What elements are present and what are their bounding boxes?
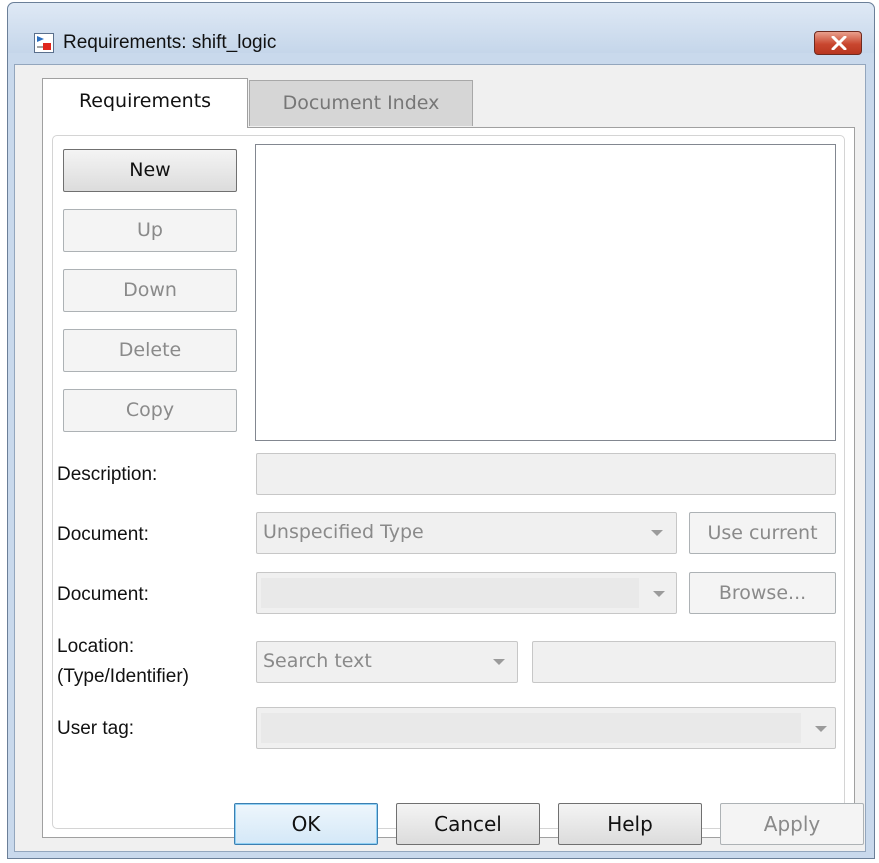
requirements-list[interactable]: [255, 144, 836, 441]
title-bar[interactable]: Requirements: shift_logic: [8, 3, 874, 55]
user-tag-label: User tag:: [57, 718, 135, 739]
close-icon: [831, 36, 847, 50]
window-title: Requirements: shift_logic: [63, 32, 277, 53]
document-type-select[interactable]: Unspecified Type: [256, 512, 677, 554]
browse-button[interactable]: Browse...: [689, 572, 836, 614]
ok-button[interactable]: OK: [234, 803, 378, 845]
tab-requirements[interactable]: Requirements: [42, 78, 248, 128]
document-value: [261, 578, 639, 608]
location-type-value: Search text: [263, 650, 372, 672]
cancel-button[interactable]: Cancel: [396, 803, 540, 845]
document-type-value: Unspecified Type: [263, 521, 424, 543]
desktop: Requirements: shift_logic Requirements D…: [0, 0, 879, 863]
use-current-button[interactable]: Use current: [689, 512, 836, 554]
description-input[interactable]: [256, 453, 836, 495]
copy-button[interactable]: Copy: [63, 389, 237, 432]
tab-document-index[interactable]: Document Index: [249, 80, 473, 126]
delete-button[interactable]: Delete: [63, 329, 237, 372]
chevron-down-icon: [815, 726, 827, 732]
chevron-down-icon: [653, 591, 665, 597]
chevron-down-icon: [651, 530, 663, 536]
apply-button[interactable]: Apply: [720, 803, 864, 845]
document-type-label: Document:: [57, 524, 149, 545]
location-type-select[interactable]: Search text: [256, 641, 518, 683]
help-button[interactable]: Help: [558, 803, 702, 845]
simulink-app-icon: [34, 33, 54, 53]
document-label: Document:: [57, 584, 149, 605]
document-combo[interactable]: [256, 572, 677, 614]
location-type-identifier-label: (Type/Identifier): [57, 666, 189, 687]
down-button[interactable]: Down: [63, 269, 237, 312]
location-identifier-input[interactable]: [532, 641, 836, 683]
chevron-down-icon: [493, 659, 505, 665]
new-button[interactable]: New: [63, 149, 237, 192]
location-label: Location:: [57, 636, 135, 657]
user-tag-combo[interactable]: [256, 707, 836, 749]
description-label: Description:: [57, 464, 158, 485]
close-button[interactable]: [814, 31, 862, 55]
up-button[interactable]: Up: [63, 209, 237, 252]
user-tag-value: [261, 713, 801, 743]
